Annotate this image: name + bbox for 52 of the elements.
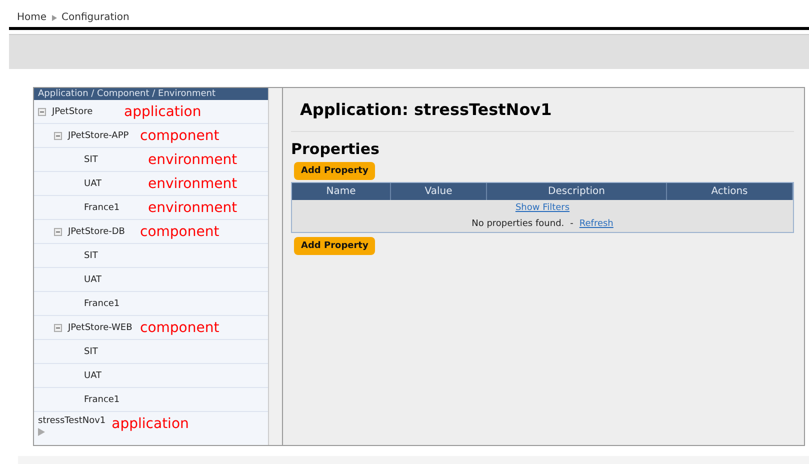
scrollbar[interactable] [268, 88, 282, 445]
annotation: environment [148, 176, 238, 192]
collapse-icon[interactable] [54, 324, 62, 332]
tree-item-label[interactable]: JPetStore-WEB [68, 322, 134, 332]
tree-item-label[interactable]: UAT [84, 178, 142, 188]
tree-item[interactable]: JPetStore application [34, 100, 268, 124]
tree-item-label[interactable]: UAT [84, 274, 142, 284]
tree-item[interactable]: JPetStore-DB component [34, 220, 268, 244]
show-filters-link[interactable]: Show Filters [515, 203, 570, 213]
section-title: Properties [291, 140, 380, 158]
tree-item-label[interactable]: France1 [84, 298, 142, 308]
tree-item-label[interactable]: France1 [84, 202, 142, 212]
tree-item[interactable]: SIT [34, 340, 268, 364]
tree-heading: Application / Component / Environment [34, 88, 268, 100]
separator: - [570, 219, 574, 229]
tree-item-label[interactable]: SIT [84, 250, 142, 260]
annotation: application [112, 416, 189, 432]
annotation: component [140, 224, 220, 240]
annotation: component [140, 320, 220, 336]
breadcrumb-separator-icon [52, 14, 57, 21]
tree-item[interactable]: SIT [34, 244, 268, 268]
tree-item-label[interactable]: France1 [84, 394, 142, 404]
annotation: application [124, 104, 202, 120]
tree-item-label[interactable]: SIT [84, 154, 142, 164]
tree-item[interactable]: JPetStore-WEB component [34, 316, 268, 340]
tree-item[interactable]: UAT environment [34, 172, 268, 196]
tree-item[interactable]: UAT [34, 364, 268, 388]
tree-item[interactable]: France1 [34, 292, 268, 316]
tree-item-label[interactable]: UAT [84, 370, 142, 380]
breadcrumb-link[interactable]: Configuration [62, 12, 130, 24]
tree-item[interactable]: JPetStore-APP component [34, 124, 268, 148]
refresh-link[interactable]: Refresh [579, 219, 614, 229]
tree-item-label[interactable]: JPetStore-DB [68, 226, 134, 236]
annotation: environment [148, 200, 238, 216]
add-property-button[interactable]: Add Property [294, 237, 376, 255]
breadcrumb-link[interactable]: Home [17, 12, 47, 24]
page-title: Application: stressTestNov1 [299, 100, 552, 121]
tree-item-label[interactable]: SIT [84, 346, 142, 356]
collapse-icon[interactable] [54, 132, 62, 140]
annotation: component [140, 128, 220, 144]
tree-item[interactable]: UAT [34, 268, 268, 292]
tree-item[interactable]: France1 [34, 388, 268, 412]
annotation: environment [148, 152, 238, 168]
collapse-icon[interactable] [54, 228, 62, 236]
tree-item-label[interactable]: JPetStore-APP [68, 130, 134, 140]
tree-item-label[interactable]: stressTestNov1 [38, 416, 106, 426]
collapse-icon[interactable] [38, 108, 46, 116]
empty-message: No properties found. [472, 219, 564, 229]
add-property-button[interactable]: Add Property [294, 162, 376, 180]
tree-item[interactable]: France1 environment [34, 196, 268, 220]
tree-item-label[interactable]: JPetStore [52, 106, 118, 116]
tree-item[interactable]: SIT environment [34, 148, 268, 172]
